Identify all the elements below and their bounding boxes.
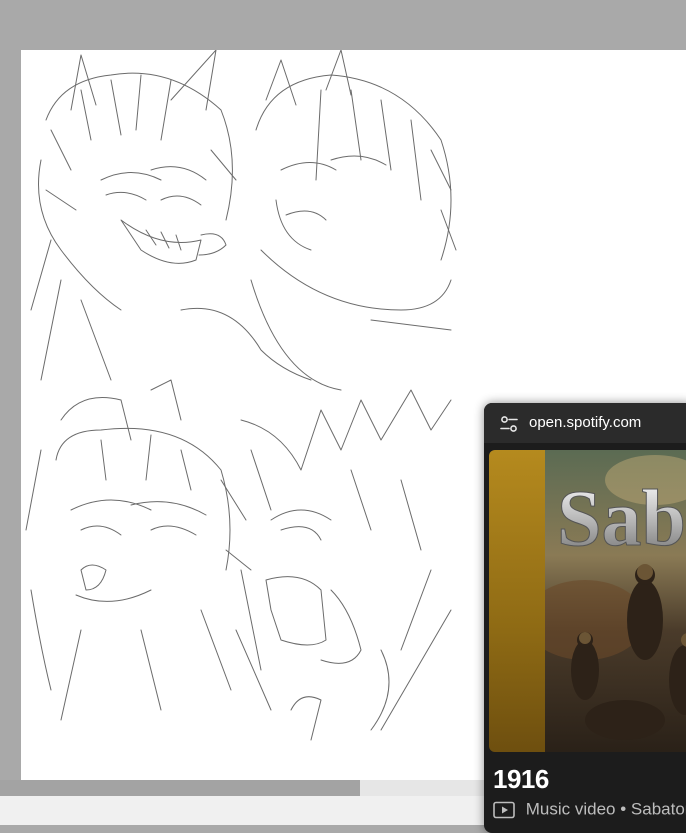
tune-icon[interactable] (500, 415, 518, 433)
artist-label[interactable]: Sabaton (631, 800, 686, 819)
album-art-logo: Sab (557, 475, 686, 563)
site-label: open.spotify.com (529, 414, 642, 431)
popup-header: open.spotify.com (484, 403, 686, 443)
album-cover-image: Sab (545, 450, 686, 752)
track-title: 1916 (493, 764, 549, 794)
album-artwork[interactable]: Sab (489, 450, 686, 752)
media-popup[interactable]: open.spotify.com Sab 1916 Music video • … (484, 403, 686, 833)
track-meta: Music video • Sabaton (493, 799, 686, 821)
horizontal-scrollbar-thumb[interactable] (0, 780, 360, 796)
media-type-label: Music video (525, 799, 616, 819)
meta-separator: • (620, 799, 627, 819)
video-icon (493, 801, 515, 818)
